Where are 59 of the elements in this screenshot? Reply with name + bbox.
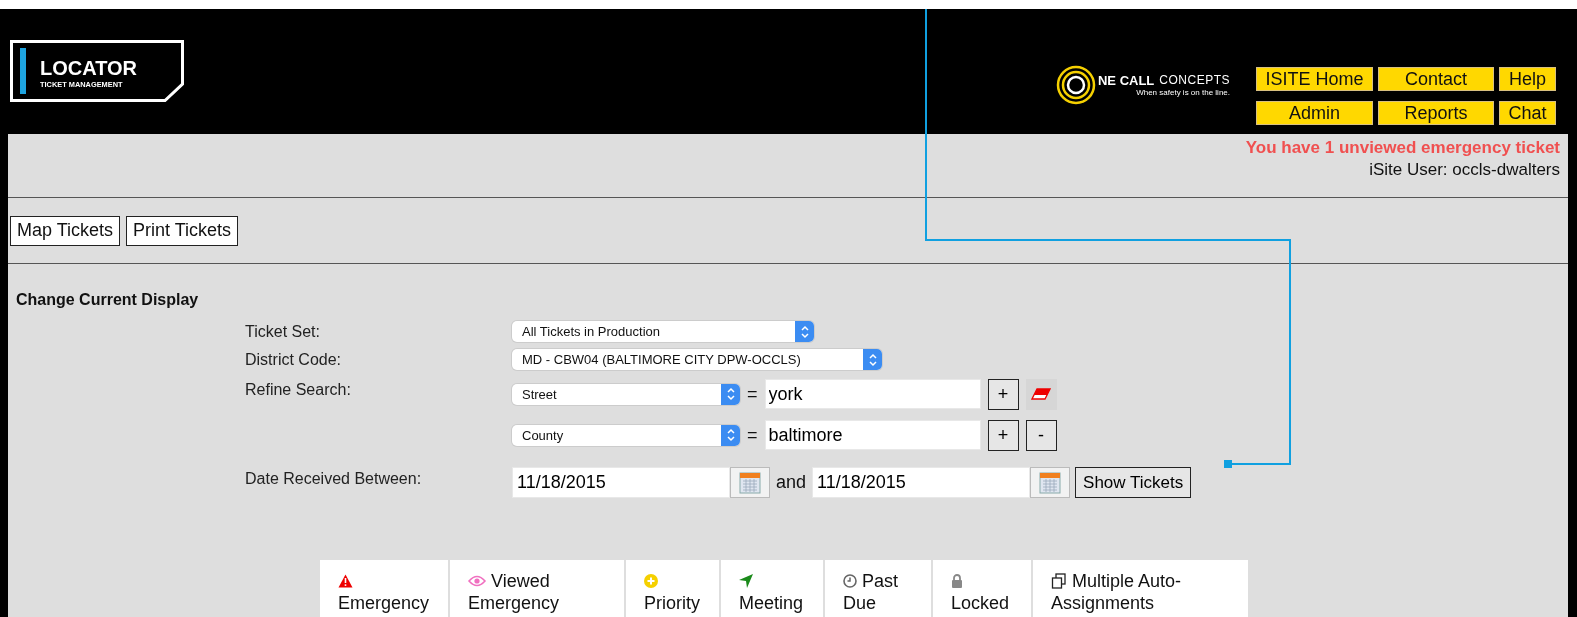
date-to-field[interactable]: 11/18/2015 xyxy=(812,467,1031,498)
legend-label: Meeting xyxy=(739,592,805,614)
field-label: Date Received Between: xyxy=(245,469,423,488)
section-title: Change Current Display xyxy=(16,291,200,309)
filter-field-select[interactable]: County xyxy=(512,424,740,446)
legend-label: Multiple Auto- xyxy=(1072,570,1182,592)
legend-label: Emergency xyxy=(468,592,561,614)
legend-label: Past xyxy=(862,570,899,592)
clock-icon xyxy=(843,574,857,588)
eye-icon xyxy=(468,575,486,587)
filter-value-field[interactable]: baltimore xyxy=(764,420,981,450)
eraser-button[interactable] xyxy=(1025,378,1057,410)
nav-button[interactable]: Reports xyxy=(1378,101,1494,125)
legend-label: Priority xyxy=(644,592,701,614)
plus-circle-icon xyxy=(644,574,658,588)
field-label: Refine Search: xyxy=(245,380,352,399)
nav-button[interactable]: ISITE Home xyxy=(1256,67,1373,91)
equals-sign: = xyxy=(747,383,758,405)
and-text: and xyxy=(776,472,807,493)
ring-logo-icon xyxy=(1055,65,1096,105)
filter-field-select[interactable]: Street xyxy=(512,383,740,405)
brand-name: NE CALL xyxy=(1097,73,1155,88)
legend-label: Locked xyxy=(951,592,1011,614)
show-tickets-button[interactable]: Show Tickets xyxy=(1075,467,1192,498)
up-down-chevron-icon xyxy=(725,387,736,401)
toolbar-button[interactable]: Print Tickets xyxy=(126,215,239,246)
up-down-chevron-icon xyxy=(725,428,736,442)
emergency-message-text: You have 1 unviewed emergency ticket xyxy=(1245,137,1560,159)
nav-button[interactable]: Contact xyxy=(1378,67,1494,91)
nav-button[interactable]: Help xyxy=(1499,67,1556,91)
location-arrow-icon xyxy=(739,574,753,588)
tagline: When safety is on the line. xyxy=(1136,88,1230,97)
add-filter-button[interactable]: + xyxy=(987,419,1019,451)
calendar-button[interactable] xyxy=(730,467,770,498)
toolbar-button[interactable]: Map Tickets xyxy=(10,215,121,246)
nav-button[interactable]: Chat xyxy=(1499,101,1556,125)
filter-value-field[interactable]: york xyxy=(764,379,981,409)
field-label: District Code: xyxy=(245,350,343,369)
calendar-button[interactable] xyxy=(1030,467,1071,498)
brand-name-rest: CONCEPTS xyxy=(1159,73,1230,88)
user-label: iSite User: occls-dwalters xyxy=(1369,159,1560,181)
nav-button[interactable]: Admin xyxy=(1256,101,1373,125)
legend-label: Due xyxy=(843,592,878,614)
up-down-chevron-icon xyxy=(799,324,810,339)
legend-label: Emergency xyxy=(338,592,431,614)
up-down-chevron-icon xyxy=(867,352,878,367)
eraser-icon xyxy=(1031,388,1051,400)
copy-icon xyxy=(1051,573,1067,589)
ticket-set-select[interactable]: All Tickets in Production xyxy=(512,321,814,342)
warning-icon xyxy=(338,574,353,588)
equals-sign: = xyxy=(747,424,758,446)
add-filter-button[interactable]: + xyxy=(987,378,1019,410)
lock-icon xyxy=(951,574,963,588)
date-from-field[interactable]: 11/18/2015 xyxy=(512,467,730,498)
legend-label: Assignments xyxy=(1051,592,1156,614)
remove-filter-button[interactable]: - xyxy=(1025,419,1057,451)
field-label: Ticket Set: xyxy=(245,322,321,341)
legend-label: Viewed xyxy=(491,570,550,592)
district-select[interactable]: MD - CBW04 (BALTIMORE CITY DPW-OCCLS) xyxy=(512,349,882,370)
